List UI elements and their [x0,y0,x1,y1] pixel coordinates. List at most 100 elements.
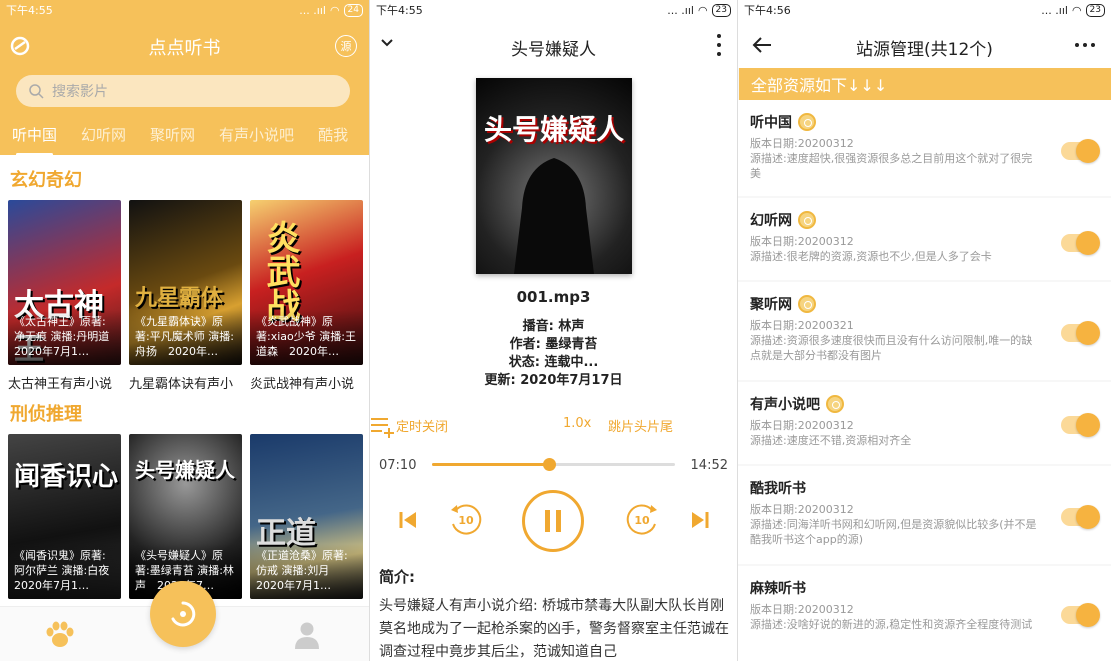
status-bar: 下午4:55 ... .ııl ◠ 23 [370,0,737,20]
source-toggle[interactable] [1061,505,1100,529]
book-card[interactable]: 太古神王 《太古神王》原著:净无痕 演播:丹明道 2020年7月1… 太古神王有… [8,200,121,392]
battery-icon: 23 [1085,3,1105,17]
source-toggle[interactable] [1061,413,1100,437]
medal-icon [826,395,844,413]
book-cover: 九星霸体 《九星霸体诀》原著:平凡魔术师 演播:舟扬 2020年… [129,200,242,365]
book-card[interactable]: 炎武战 《炎武战神》原著:xiao少爷 演播:王道森 2020年… 炎武战神有声… [250,200,363,392]
source-name: 有声小说吧 [750,397,820,413]
player-options: 定时关闭 1.0x 跳片头片尾 [370,416,737,442]
book-card[interactable]: 九星霸体 《九星霸体诀》原著:平凡魔术师 演播:舟扬 2020年… 九星霸体诀有… [129,200,242,392]
tab-jutingwang[interactable]: 聚听网 [150,124,195,154]
cover-title-art: 头号嫌疑人 [483,113,624,146]
rewind-10-icon[interactable]: 10 [448,502,484,538]
source-toggle[interactable] [1061,603,1100,627]
forward-10-icon[interactable]: 10 [624,502,660,538]
pause-icon [545,510,561,532]
fantasy-card-row: 太古神王 《太古神王》原著:净无痕 演播:丹明道 2020年7月1… 太古神王有… [8,200,369,392]
tab-huantingwang[interactable]: 幻听网 [81,124,126,154]
source-item: 麻辣听书 版本日期:20200312 源描述:没啥好说的新进的源,稳定性和资源齐… [738,566,1111,661]
more-menu-icon[interactable] [1075,43,1095,47]
cover-title-art: 炎武战 [260,220,300,322]
search-input[interactable]: 搜索影片 [16,75,350,107]
book-card[interactable]: 闻香识心 《闻香识鬼》原著:阿尔萨兰 演播:白夜 2020年7月1… [8,434,121,599]
total-time: 14:52 [690,458,728,473]
current-time: 07:10 [379,458,417,473]
signal-icon: ... .ııl [299,3,326,17]
page-title: 站源管理(共12个) [856,40,993,60]
playlist-icon[interactable] [370,416,394,438]
speed-button[interactable]: 1.0x [563,416,591,431]
home-header: 下午4:55 ... .ııl ◠ 24 点点听书 源 搜索影片 听中国 幻听网… [0,0,369,156]
more-menu-icon[interactable] [717,34,721,56]
progress-knob[interactable] [542,458,556,471]
section-title-fantasy: 玄幻奇幻 [10,170,82,191]
book-card[interactable]: 头号嫌疑人 《头号嫌疑人》原著:墨绿青苔 演播:林声 2020年7… [129,434,242,599]
user-icon[interactable] [295,621,319,649]
intro-heading: 简介: [379,568,415,586]
tab-kuwo[interactable]: 酷我 [318,124,348,154]
source-toggle[interactable] [1061,321,1100,345]
medal-icon [798,211,816,229]
next-icon[interactable] [690,510,710,530]
status-time: 下午4:56 [744,4,791,17]
rewind-label: 10 [458,513,474,527]
source-name: 麻辣听书 [750,581,806,597]
pause-button[interactable] [522,490,584,552]
source-description: 源描述:速度还不错,资源相对齐全 [750,434,912,447]
source-date: 版本日期:20200312 [750,235,854,248]
battery-icon: 24 [343,3,363,17]
source-date: 版本日期:20200312 [750,603,854,616]
source-name: 幻听网 [750,213,792,229]
source-date: 版本日期:20200312 [750,503,854,516]
wifi-icon: ◠ [697,3,708,17]
book-caption: 《炎武战神》原著:xiao少爷 演播:王道森 2020年… [250,310,363,365]
author-label: 作者: 墨绿青苔 [509,337,598,352]
medal-icon [798,295,816,313]
book-cover: 正道 《正道沧桑》原著:仿戒 演播:刘月 2020年7月1… [250,434,363,599]
book-caption: 《正道沧桑》原著:仿戒 演播:刘月 2020年7月1… [250,544,363,599]
now-playing-button[interactable] [150,581,216,647]
tab-youshengxiaoshuoba[interactable]: 有声小说吧 [219,124,294,154]
sources-banner: 全部资源如下↓↓↓ [739,68,1111,100]
wifi-icon: ◠ [1071,3,1082,17]
source-icon[interactable]: 源 [335,35,357,57]
status-bar: 下午4:55 ... .ııl ◠ 24 [0,0,369,20]
source-date: 版本日期:20200321 [750,319,854,332]
book-title: 头号嫌疑人 [511,40,596,60]
top-bar: 下午4:56 ... .ııl ◠ 23 站源管理(共12个) [738,0,1111,68]
sleep-timer-button[interactable]: 定时关闭 [396,416,448,435]
book-cover: 太古神王 《太古神王》原著:净无痕 演播:丹明道 2020年7月1… [8,200,121,365]
progress-bar[interactable] [432,458,675,471]
playback-controls: 10 10 [370,490,737,552]
source-toggle[interactable] [1061,231,1100,255]
updated-label: 更新: 2020年7月17日 [484,373,623,388]
medal-icon [798,113,816,131]
album-cover: 头号嫌疑人 [476,78,632,274]
skip-intro-button[interactable]: 跳片头片尾 [608,416,673,435]
search-icon [29,84,44,99]
cover-title-art: 九星霸体 [135,286,224,311]
source-description: 源描述:速度超快,很强资源很多总之目前用这个就对了很完美 [750,152,1033,180]
play-disc-icon [171,601,196,627]
cover-title-art: 头号嫌疑人 [135,458,235,482]
status-time: 下午4:55 [376,4,423,17]
status-bar: 下午4:56 ... .ııl ◠ 23 [738,0,1111,20]
book-card[interactable]: 正道 《正道沧桑》原著:仿戒 演播:刘月 2020年7月1… [250,434,363,599]
tab-tingzhongguo[interactable]: 听中国 [12,124,57,156]
book-caption: 《闻香识鬼》原著:阿尔萨兰 演播:白夜 2020年7月1… [8,544,121,599]
paw-icon[interactable] [44,621,76,649]
status-label: 状态: 连载中... [508,355,599,370]
player-screen: 下午4:55 ... .ııl ◠ 23 头号嫌疑人 头号嫌疑人 001.mp3… [370,0,737,661]
battery-icon: 23 [711,3,731,17]
previous-icon[interactable] [398,510,418,530]
source-toggle[interactable] [1061,139,1100,163]
detective-card-row: 闻香识心 《闻香识鬼》原著:阿尔萨兰 演播:白夜 2020年7月1… 头号嫌疑人… [8,434,369,599]
home-screen: 下午4:55 ... .ııl ◠ 24 点点听书 源 搜索影片 听中国 幻听网… [0,0,369,661]
book-caption: 《九星霸体诀》原著:平凡魔术师 演播:舟扬 2020年… [129,310,242,365]
book-name: 九星霸体诀有声小 [129,377,234,392]
signal-icon: ... .ııl [667,3,694,17]
source-description: 源描述:资源很多速度很快而且没有什么访问限制,唯一的缺点就是大部分书都没有图片 [750,334,1033,362]
book-caption: 《太古神王》原著:净无痕 演播:丹明道 2020年7月1… [8,310,121,365]
cover-title-art: 闻香识心 [14,462,119,492]
source-name: 听中国 [750,115,792,131]
